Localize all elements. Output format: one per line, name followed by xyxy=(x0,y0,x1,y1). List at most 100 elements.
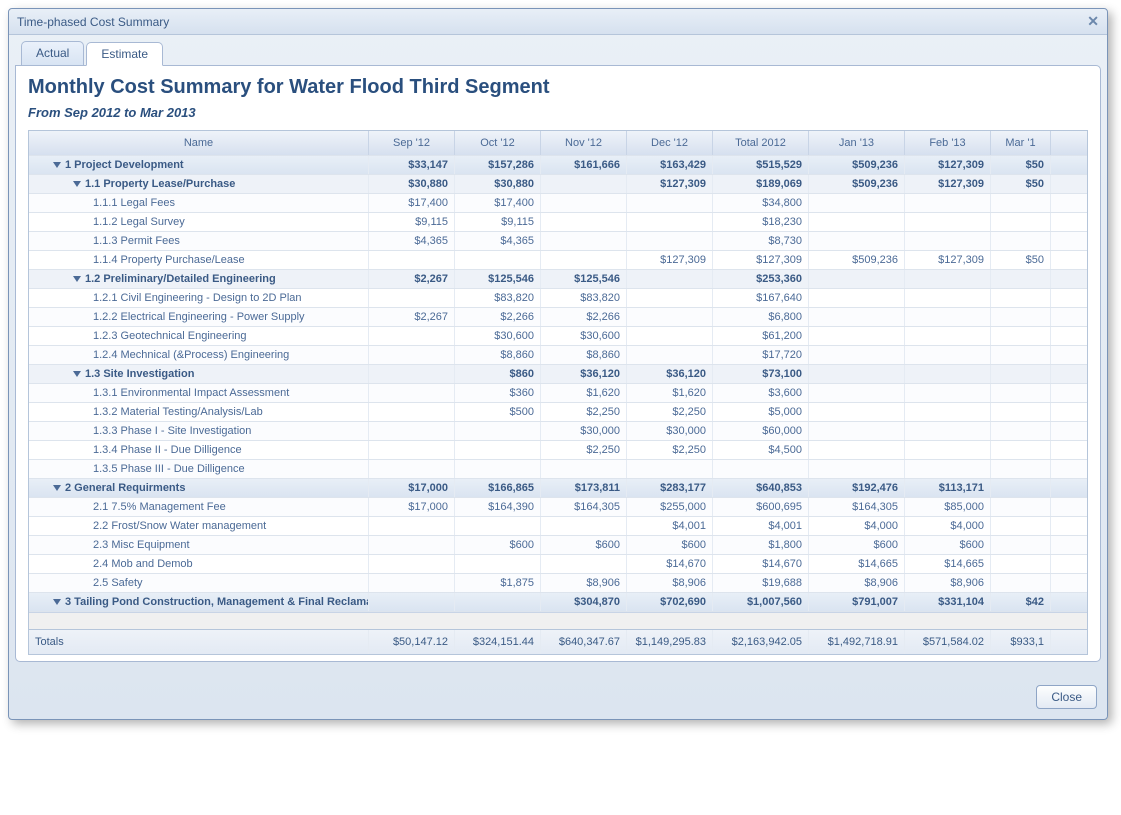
date-range: From Sep 2012 to Mar 2013 xyxy=(28,105,1088,120)
cell-jan13: $8,906 xyxy=(809,574,905,592)
table-row[interactable]: 2.3 Misc Equipment$600$600$600$1,800$600… xyxy=(29,536,1087,555)
row-name: 3 Tailing Pond Construction, Management … xyxy=(29,593,369,611)
cell-sep12: $33,147 xyxy=(369,156,455,174)
cell-mar13 xyxy=(991,574,1051,592)
cell-mar13 xyxy=(991,460,1051,478)
table-row[interactable]: 1.1.3 Permit Fees$4,365$4,365$8,730 xyxy=(29,232,1087,251)
col-mar13[interactable]: Mar '1 xyxy=(991,131,1051,155)
cell-total2012: $18,230 xyxy=(713,213,809,231)
table-row[interactable]: 1.2 Preliminary/Detailed Engineering$2,2… xyxy=(29,270,1087,289)
table-row[interactable]: 2.4 Mob and Demob$14,670$14,670$14,665$1… xyxy=(29,555,1087,574)
cell-mar13: $50 xyxy=(991,251,1051,269)
cell-sep12: $17,000 xyxy=(369,498,455,516)
cell-feb13 xyxy=(905,232,991,250)
panel-hscroll[interactable] xyxy=(15,662,1101,679)
table-row[interactable]: 1 Project Development$33,147$157,286$161… xyxy=(29,156,1087,175)
grid-header: Name Sep '12 Oct '12 Nov '12 Dec '12 Tot… xyxy=(29,131,1087,156)
cell-feb13: $14,665 xyxy=(905,555,991,573)
cell-feb13 xyxy=(905,270,991,288)
cell-oct12 xyxy=(455,460,541,478)
cell-jan13 xyxy=(809,384,905,402)
row-name: 2.3 Misc Equipment xyxy=(29,536,369,554)
cell-feb13 xyxy=(905,346,991,364)
cell-nov12: $125,546 xyxy=(541,270,627,288)
table-row[interactable]: 1.3.3 Phase I - Site Investigation$30,00… xyxy=(29,422,1087,441)
cell-dec12: $283,177 xyxy=(627,479,713,497)
cell-sep12 xyxy=(369,384,455,402)
col-sep12[interactable]: Sep '12 xyxy=(369,131,455,155)
table-row[interactable]: 1.1 Property Lease/Purchase$30,880$30,88… xyxy=(29,175,1087,194)
cell-nov12: $2,250 xyxy=(541,441,627,459)
cell-sep12 xyxy=(369,327,455,345)
col-feb13[interactable]: Feb '13 xyxy=(905,131,991,155)
close-button[interactable]: Close xyxy=(1036,685,1097,709)
cell-oct12 xyxy=(455,251,541,269)
cell-mar13 xyxy=(991,422,1051,440)
col-oct12[interactable]: Oct '12 xyxy=(455,131,541,155)
col-nov12[interactable]: Nov '12 xyxy=(541,131,627,155)
cell-mar13 xyxy=(991,289,1051,307)
table-row[interactable]: 1.1.4 Property Purchase/Lease$127,309$12… xyxy=(29,251,1087,270)
cell-dec12: $2,250 xyxy=(627,403,713,421)
cell-jan13: $509,236 xyxy=(809,175,905,193)
cell-mar13 xyxy=(991,479,1051,497)
cell-nov12: $600 xyxy=(541,536,627,554)
cell-nov12: $304,870 xyxy=(541,593,627,611)
cell-total2012: $34,800 xyxy=(713,194,809,212)
table-row[interactable]: 1.2.1 Civil Engineering - Design to 2D P… xyxy=(29,289,1087,308)
table-row[interactable]: 1.3.4 Phase II - Due Dilligence$2,250$2,… xyxy=(29,441,1087,460)
row-name: 2.5 Safety xyxy=(29,574,369,592)
cell-jan13: $509,236 xyxy=(809,251,905,269)
row-name: 1.1 Property Lease/Purchase xyxy=(29,175,369,193)
cell-total2012: $189,069 xyxy=(713,175,809,193)
table-row[interactable]: 2 General Requirments$17,000$166,865$173… xyxy=(29,479,1087,498)
tab-actual[interactable]: Actual xyxy=(21,41,84,65)
table-row[interactable]: 2.2 Frost/Snow Water management$4,001$4,… xyxy=(29,517,1087,536)
table-row[interactable]: 1.1.2 Legal Survey$9,115$9,115$18,230 xyxy=(29,213,1087,232)
table-row[interactable]: 1.3.2 Material Testing/Analysis/Lab$500$… xyxy=(29,403,1087,422)
expand-icon[interactable] xyxy=(53,485,61,491)
table-row[interactable]: 3 Tailing Pond Construction, Management … xyxy=(29,593,1087,612)
expand-icon[interactable] xyxy=(73,371,81,377)
col-total2012[interactable]: Total 2012 xyxy=(713,131,809,155)
cell-oct12 xyxy=(455,441,541,459)
cell-jan13: $14,665 xyxy=(809,555,905,573)
cell-nov12 xyxy=(541,232,627,250)
cell-nov12: $83,820 xyxy=(541,289,627,307)
grid-body[interactable]: 1 Project Development$33,147$157,286$161… xyxy=(29,156,1087,612)
table-row[interactable]: 2.1 7.5% Management Fee$17,000$164,390$1… xyxy=(29,498,1087,517)
table-row[interactable]: 1.3 Site Investigation$860$36,120$36,120… xyxy=(29,365,1087,384)
cell-oct12: $157,286 xyxy=(455,156,541,174)
cell-nov12 xyxy=(541,460,627,478)
cell-oct12: $17,400 xyxy=(455,194,541,212)
table-row[interactable]: 1.1.1 Legal Fees$17,400$17,400$34,800 xyxy=(29,194,1087,213)
expand-icon[interactable] xyxy=(73,276,81,282)
cell-oct12: $2,266 xyxy=(455,308,541,326)
col-dec12[interactable]: Dec '12 xyxy=(627,131,713,155)
tab-estimate[interactable]: Estimate xyxy=(86,42,163,66)
cell-dec12: $30,000 xyxy=(627,422,713,440)
cell-sep12: $17,400 xyxy=(369,194,455,212)
cell-total2012: $8,730 xyxy=(713,232,809,250)
table-row[interactable]: 1.2.3 Geotechnical Engineering$30,600$30… xyxy=(29,327,1087,346)
expand-icon[interactable] xyxy=(53,599,61,605)
col-jan13[interactable]: Jan '13 xyxy=(809,131,905,155)
table-row[interactable]: 1.2.4 Mechnical (&Process) Engineering$8… xyxy=(29,346,1087,365)
cell-total2012: $600,695 xyxy=(713,498,809,516)
table-row[interactable]: 2.5 Safety$1,875$8,906$8,906$19,688$8,90… xyxy=(29,574,1087,593)
cell-nov12: $1,620 xyxy=(541,384,627,402)
table-row[interactable]: 1.2.2 Electrical Engineering - Power Sup… xyxy=(29,308,1087,327)
cell-total2012: $60,000 xyxy=(713,422,809,440)
close-icon[interactable]: ✕ xyxy=(1087,13,1099,30)
expand-icon[interactable] xyxy=(53,162,61,168)
table-row[interactable]: 1.3.5 Phase III - Due Dilligence xyxy=(29,460,1087,479)
table-row[interactable]: 1.3.1 Environmental Impact Assessment$36… xyxy=(29,384,1087,403)
col-name[interactable]: Name xyxy=(29,131,369,155)
cell-feb13: $113,171 xyxy=(905,479,991,497)
totals-oct12: $324,151.44 xyxy=(455,630,541,654)
expand-icon[interactable] xyxy=(73,181,81,187)
horizontal-scrollbar[interactable] xyxy=(29,612,1087,629)
cell-nov12 xyxy=(541,194,627,212)
cell-feb13 xyxy=(905,327,991,345)
totals-total2012: $2,163,942.05 xyxy=(713,630,809,654)
